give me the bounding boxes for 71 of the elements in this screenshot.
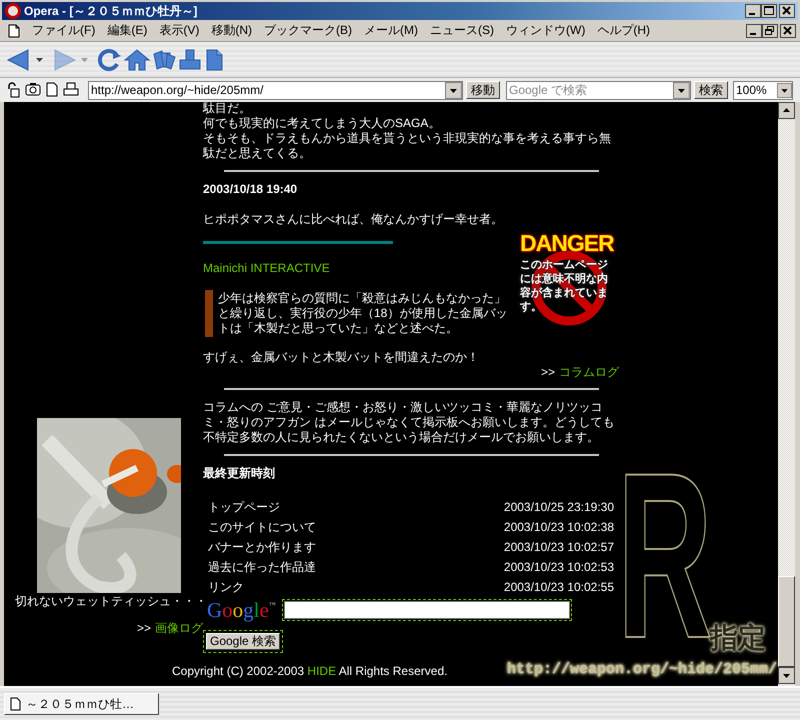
camera-icon[interactable]: [25, 82, 41, 96]
paragraph-text: 駄目だ。: [203, 102, 252, 116]
menu-item[interactable]: ニュース(S): [424, 20, 500, 41]
entry-text: ヒポポタマスさんに比べれば、俺なんかすげー幸せ者。: [203, 212, 504, 227]
menu-item[interactable]: 移動(N): [205, 20, 258, 41]
section-title: 最終更新時刻: [203, 466, 276, 481]
document-icon: [10, 697, 21, 711]
table-cell: 2003/10/23 10:02:53: [504, 560, 614, 574]
photo-caption: 切れないウェットティッシュ・・・: [15, 594, 203, 609]
minimize-button[interactable]: [745, 4, 761, 18]
search-button[interactable]: 検索: [694, 81, 728, 99]
close-button[interactable]: [779, 4, 795, 18]
document-icon[interactable]: [46, 82, 58, 97]
paragraph-text: 何でも現実的に考えてしまう大人のSAGA。: [203, 116, 442, 131]
lock-icon[interactable]: [6, 82, 20, 98]
search-field[interactable]: Google で検索: [506, 80, 691, 100]
notice-text: コラムへの ご意見・ご感想・お怒り・激しいツッコミ・華麗なノリツッコミ・怒りのアフガン はメールじゃなくて掲示板へお願いします。どうしても不特定多数の人に見られたくないという場合だけメールでお願いします。: [203, 400, 616, 445]
menu-item[interactable]: ヘルプ(H): [591, 20, 656, 41]
google-search-button[interactable]: Google 検索: [206, 633, 280, 650]
image-log-link[interactable]: 画像ログ: [155, 621, 203, 636]
menu-item[interactable]: ブックマーク(B): [258, 20, 358, 41]
table-cell: このサイトについて: [208, 520, 316, 534]
menu-item[interactable]: ウィンドウ(W): [500, 20, 592, 41]
site-url: http://weapon.org/~hide/205mm/: [507, 660, 778, 680]
scroll-up-button[interactable]: [778, 102, 795, 119]
dropdown-button[interactable]: [673, 82, 690, 98]
window-title: Opera - [～２０５ｍｍひ牡丹～]: [24, 2, 198, 20]
dropdown-button[interactable]: [445, 82, 462, 98]
menu-item[interactable]: メール(M): [358, 20, 424, 41]
table-cell: トップページ: [208, 500, 280, 514]
menu-item[interactable]: 表示(V): [153, 20, 206, 41]
document-icon[interactable]: [8, 24, 20, 38]
google-logo: Google$^{™}$: [207, 599, 276, 621]
table-cell: 2003/10/23 10:02:57: [504, 540, 614, 554]
entry-date: 2003/10/18 19:40: [203, 182, 298, 197]
dropdown-button[interactable]: [777, 82, 792, 98]
caret-icon[interactable]: [36, 58, 43, 62]
close-button[interactable]: [780, 24, 796, 38]
table-cell: リンク: [208, 580, 244, 594]
minimize-button[interactable]: [746, 24, 762, 38]
danger-title: DANGER: [520, 230, 615, 256]
app-icon: [5, 3, 21, 19]
reload-button[interactable]: [96, 46, 122, 72]
column-log-link[interactable]: コラムログ: [559, 365, 619, 380]
quote-bar: [205, 290, 213, 337]
scrollbar-thumb[interactable]: [778, 576, 795, 667]
comment-text: すげぇ、金属バットと木製バットを間違えたのか！: [203, 350, 480, 365]
tab[interactable]: ～２０５ｍｍひ牡…: [4, 693, 159, 715]
menu-item[interactable]: 編集(E): [101, 20, 154, 41]
go-button[interactable]: 移動: [466, 81, 500, 99]
table-cell: 2003/10/23 10:02:55: [504, 580, 614, 594]
author-link[interactable]: HIDE: [307, 664, 336, 678]
paragraph-text: そもそも、ドラえもんから道具を貰うという非現実的な事を考える事すら無駄だと思えてくる。: [203, 131, 612, 161]
zoom-field[interactable]: 100%: [733, 80, 793, 100]
maximize-button[interactable]: [761, 4, 777, 18]
link-prefix: >>: [540, 365, 555, 380]
quote-text: 少年は検察官らの質問に「殺意はみじんもなかった」と繰り返し、実行役の少年（18）が使用した金属バットは「木製だと思っていた」などと述べた。: [217, 291, 508, 336]
restore-button[interactable]: [762, 24, 778, 38]
printer-icon[interactable]: [63, 82, 79, 97]
cards-icon[interactable]: [152, 48, 176, 72]
scrollbar[interactable]: [778, 102, 795, 686]
link-prefix: >>: [136, 621, 151, 636]
table-cell: バナーとか作ります: [208, 540, 316, 554]
source-link[interactable]: Mainichi INTERACTIVE: [203, 261, 330, 275]
table-cell: 過去に作った作品達: [208, 560, 316, 574]
table-cell: 2003/10/23 10:02:38: [504, 520, 614, 534]
scroll-down-button[interactable]: [778, 667, 795, 684]
table-cell: 2003/10/25 23:19:30: [504, 500, 614, 514]
search-field[interactable]: [284, 601, 570, 619]
home-button[interactable]: [124, 48, 150, 72]
menu-item[interactable]: ファイル(F): [26, 20, 102, 41]
